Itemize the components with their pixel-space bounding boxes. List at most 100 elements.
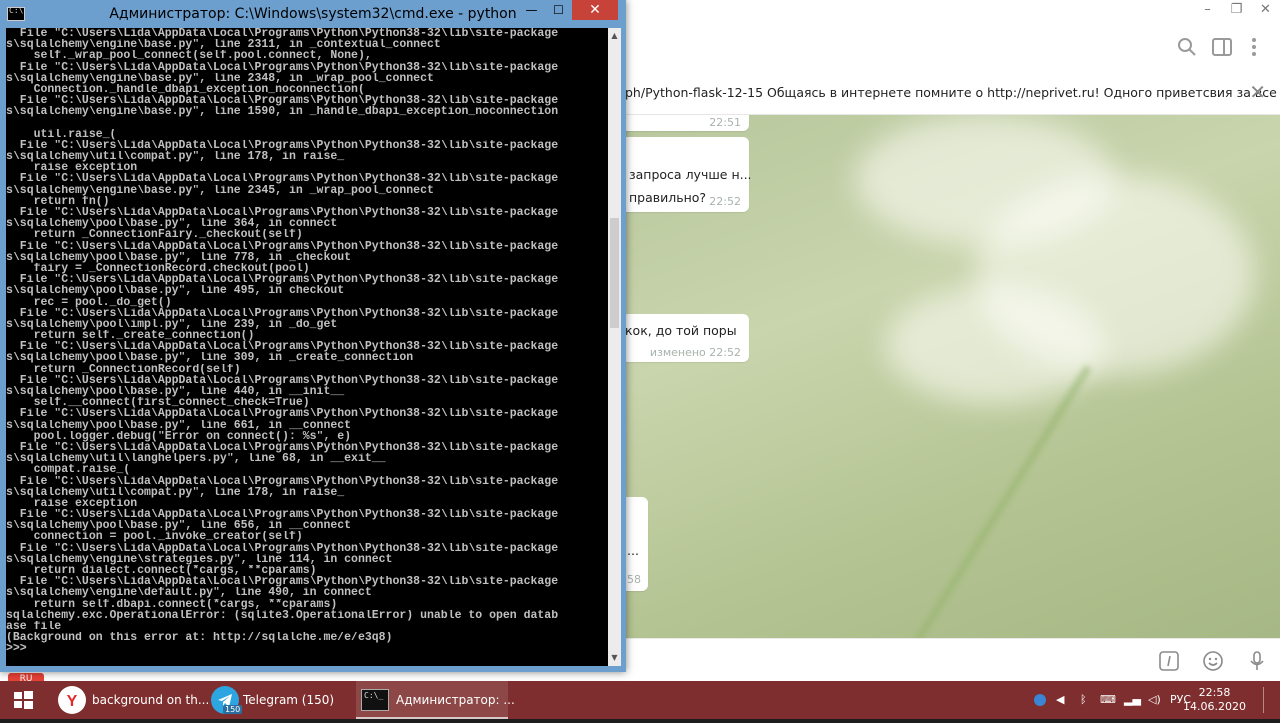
console-line: Connection._handle_dbapi_exception_nocon…	[6, 83, 365, 96]
microphone-icon[interactable]	[1246, 650, 1268, 672]
console-line: s\sqlalchemy\pool\base.py", line 309, in…	[6, 352, 414, 364]
search-icon[interactable]	[1175, 35, 1199, 59]
console-line: self.__connect(first_connect_check=True)	[6, 397, 310, 409]
console-line: rec = pool._do_get()	[6, 296, 172, 308]
console-line: s\sqlalchemy\engine\base.py", line 1590,…	[6, 106, 559, 118]
network-icon[interactable]: ▂▄	[1124, 693, 1141, 706]
console-line: return self.dbapi.connect(*cargs, **cpar…	[6, 598, 338, 610]
sidebar-toggle-icon[interactable]	[1210, 35, 1234, 59]
message-text: запроса лучше н...	[629, 167, 752, 182]
scroll-up-icon[interactable]: ▲	[608, 28, 621, 44]
message-input-bar[interactable]	[625, 638, 1280, 682]
console-line: s\sqlalchemy\engine\base.py", line 2311,…	[6, 39, 441, 51]
message-bubble[interactable]: запроса лучше н... правильно? 22:52	[625, 137, 752, 212]
minimize-button[interactable]: –	[1193, 0, 1222, 22]
console-line: compat.raise_(	[6, 464, 131, 476]
chat-area: 22:51 запроса лучше н... правильно? 22:5…	[625, 115, 1280, 638]
clock-date: 14.06.2020	[1183, 700, 1246, 713]
console-line: return dialect.connect(*cargs, **cparams…	[6, 565, 317, 577]
console-line: return self._create_connection()	[6, 330, 255, 342]
console-line: s\sqlalchemy\util\compat.py", line 178, …	[6, 151, 345, 163]
console-line: connection = pool._invoke_creator(self)	[6, 531, 303, 543]
taskbar-item-cmd[interactable]: C:\_ Администратор: ...	[356, 681, 515, 719]
maximize-button[interactable]: ❐	[1222, 0, 1251, 22]
console-line: ase file	[6, 620, 62, 633]
console-line: s\sqlalchemy\pool\base.py", line 440, in…	[6, 386, 345, 398]
taskbar-item-telegram[interactable]: 150 Telegram (150)	[203, 681, 353, 719]
console-line: File "C:\Users\Lida\AppData\Local\Progra…	[6, 207, 559, 219]
console-line: File "C:\Users\Lida\AppData\Local\Progra…	[6, 28, 559, 40]
message-time: 22:52	[709, 195, 741, 208]
console-line: File "C:\Users\Lida\AppData\Local\Progra…	[6, 441, 559, 454]
console-line: return _ConnectionRecord(self)	[6, 363, 241, 375]
console-line: s\sqlalchemy\pool\base.py", line 656, in…	[6, 520, 352, 532]
security-icon[interactable]	[1034, 694, 1046, 706]
volume-icon[interactable]: ◀	[1056, 693, 1064, 706]
console-line: File "C:\Users\Lida\AppData\Local\Progra…	[6, 374, 559, 386]
message-time: 22:51	[709, 116, 741, 129]
keyboard-icon[interactable]: ⌨	[1100, 693, 1116, 706]
speaker-icon[interactable]: ◁)	[1148, 693, 1161, 706]
clock-time: 22:58	[1198, 686, 1231, 699]
console-line: s\sqlalchemy\util\compat.py", line 178, …	[6, 486, 345, 498]
close-button[interactable]: ✕	[1251, 0, 1280, 22]
taskbar-item-label: background on th...	[92, 693, 210, 707]
cmd-titlebar[interactable]: C:\ Администратор: C:\Windows\system32\c…	[0, 0, 626, 28]
console-line: File "C:\Users\Lida\AppData\Local\Progra…	[6, 542, 559, 554]
console-line: s\sqlalchemy\util\langhelpers.py", line …	[6, 453, 386, 465]
windows-logo-icon	[14, 691, 33, 709]
console-line: File "C:\Users\Lida\AppData\Local\Progra…	[6, 475, 559, 487]
console-line: File "C:\Users\Lida\AppData\Local\Progra…	[6, 139, 559, 152]
close-button[interactable]: ✕	[572, 0, 618, 20]
scrollbar[interactable]: ▲ ▼	[608, 28, 621, 666]
scroll-down-icon[interactable]: ▼	[608, 650, 621, 666]
pinned-message-text: ph/Python-flask-12-15 Общаясь в интернет…	[625, 85, 1280, 100]
message-text: ...	[627, 543, 639, 558]
console-line: raise exception	[6, 497, 138, 510]
console-line: File "C:\Users\Lida\AppData\Local\Progra…	[6, 509, 559, 521]
close-icon[interactable]: ✕	[1249, 82, 1266, 102]
taskbar: Y background on th... 150 Telegram (150)…	[0, 681, 1280, 719]
console-line: s\sqlalchemy\pool\base.py", line 778, in…	[6, 251, 352, 263]
console-line: s\sqlalchemy\engine\base.py", line 2348,…	[6, 72, 434, 84]
emoji-icon[interactable]	[1202, 650, 1224, 672]
message-time: 58	[627, 573, 641, 586]
bluetooth-icon[interactable]: ᛒ	[1080, 693, 1087, 706]
console-line: File "C:\Users\Lida\AppData\Local\Progra…	[6, 307, 559, 319]
console-line: (Background on this error at: http://sql…	[6, 632, 393, 644]
console-line: File "C:\Users\Lida\AppData\Local\Progra…	[6, 95, 559, 107]
minimize-button[interactable]: —	[518, 0, 545, 20]
console-line: >>>	[6, 643, 27, 655]
console-line: self._wrap_pool_connect(self.pool.connec…	[6, 50, 372, 62]
message-bubble[interactable]: 22:51	[625, 115, 749, 131]
clock[interactable]: 22:58 14.06.2020	[1183, 686, 1246, 714]
show-desktop-button[interactable]	[1263, 687, 1278, 713]
yandex-browser-icon: Y	[58, 686, 86, 714]
console-lines: File "C:\Users\Lida\AppData\Local\Progra…	[6, 28, 608, 655]
console-line: s\sqlalchemy\engine\strategies.py", line…	[6, 553, 393, 565]
scrollbar-thumb[interactable]	[610, 218, 619, 328]
pinned-message-bar[interactable]: ph/Python-flask-12-15 Общаясь в интернет…	[625, 74, 1280, 115]
system-tray: ◀ ᛒ ⌨ ▂▄ ◁) РУС 22:58 14.06.2020	[1030, 681, 1280, 719]
unread-badge: 150	[223, 705, 243, 714]
console-line: sqlalchemy.exc.OperationalError: (sqlite…	[6, 609, 559, 621]
message-bubble[interactable]: кок, до той поры изменено 22:52	[625, 314, 749, 362]
more-options-icon[interactable]	[1242, 35, 1266, 59]
console-line: fairy = _ConnectionRecord.checkout(pool)	[6, 262, 310, 275]
console-output[interactable]: File "C:\Users\Lida\AppData\Local\Progra…	[6, 28, 608, 666]
taskbar-item-label: Администратор: ...	[396, 693, 515, 707]
maximize-button[interactable]: ☐	[545, 0, 572, 20]
console-line: s\sqlalchemy\pool\base.py", line 364, in…	[6, 218, 338, 230]
console-line: File "C:\Users\Lida\AppData\Local\Progra…	[6, 173, 559, 185]
console-line: File "C:\Users\Lida\AppData\Local\Progra…	[6, 274, 559, 286]
console-line: s\sqlalchemy\engine\base.py", line 2345,…	[6, 184, 434, 196]
bot-command-icon[interactable]	[1158, 650, 1180, 672]
message-bubble[interactable]: ... 58	[625, 497, 648, 591]
console-line: s\sqlalchemy\pool\impl.py", line 239, in…	[6, 318, 338, 331]
message-time: изменено 22:52	[649, 346, 741, 359]
start-button[interactable]	[0, 681, 46, 719]
taskbar-item-browser[interactable]: Y background on th...	[50, 681, 209, 719]
wallpaper-stem	[910, 365, 1092, 638]
cmd-icon: C:\_	[361, 689, 389, 711]
